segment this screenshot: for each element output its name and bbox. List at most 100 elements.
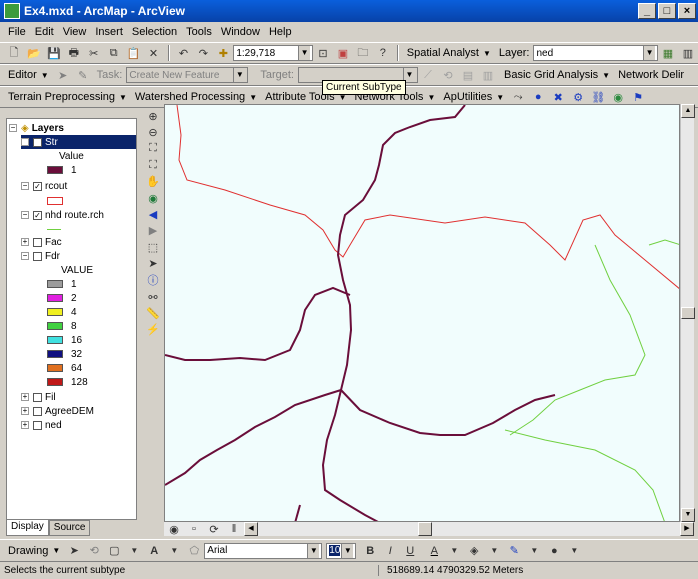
chevron-down-icon[interactable]: ▼: [233, 68, 246, 82]
menu-selection[interactable]: Selection: [132, 26, 177, 38]
menu-file[interactable]: File: [8, 26, 26, 38]
tab-source[interactable]: Source: [48, 520, 91, 536]
menu-tools[interactable]: Tools: [186, 26, 212, 38]
cut-icon[interactable]: ✂: [86, 45, 102, 61]
font-color-button[interactable]: A: [426, 543, 442, 559]
map-vertical-scrollbar[interactable]: ▲ ▼: [680, 104, 695, 522]
font-size-combo[interactable]: 10 ▼: [326, 542, 357, 559]
layer-visibility-checkbox[interactable]: [33, 392, 42, 402]
layer-visibility-checkbox[interactable]: ✓: [33, 137, 42, 147]
assign-id-icon[interactable]: ⚙: [570, 89, 586, 105]
edit-vertices-icon[interactable]: ⬠: [186, 543, 202, 559]
tab-display[interactable]: Display: [6, 520, 49, 536]
map-display[interactable]: [164, 104, 680, 522]
menu-edit[interactable]: Edit: [35, 26, 54, 38]
scroll-right-icon[interactable]: ▶: [680, 522, 694, 536]
scroll-up-icon[interactable]: ▲: [681, 104, 695, 118]
save-icon[interactable]: 💾: [46, 45, 62, 61]
whats-this-help-icon[interactable]: ?: [375, 45, 391, 61]
layer-visibility-checkbox[interactable]: ✓: [33, 181, 42, 191]
catalog-icon[interactable]: 🗀: [355, 45, 371, 61]
histogram-icon[interactable]: ▥: [680, 45, 696, 61]
maximize-button[interactable]: □: [658, 3, 676, 19]
hyperlink-lightning-icon[interactable]: ⚡: [145, 323, 161, 337]
layout-view-icon[interactable]: ▫: [186, 521, 202, 537]
undo-icon[interactable]: ↶: [176, 45, 192, 61]
basic-grid-analysis-menu[interactable]: Basic Grid Analysis ▼: [504, 69, 610, 81]
chevron-down-icon[interactable]: ▼: [446, 543, 462, 559]
attributes-icon[interactable]: ▤: [460, 67, 476, 83]
hscroll-track[interactable]: [258, 522, 680, 536]
globe-icon[interactable]: ◉: [610, 89, 626, 105]
full-extent-globe-icon[interactable]: ◉: [145, 191, 161, 205]
fixed-zoom-out-icon[interactable]: ⛶: [145, 158, 161, 172]
menu-window[interactable]: Window: [221, 26, 260, 38]
chevron-down-icon[interactable]: ▼: [341, 543, 354, 558]
pan-hand-icon[interactable]: ✋: [145, 175, 161, 189]
drawing-menu[interactable]: Drawing ▼: [8, 545, 60, 557]
scroll-down-icon[interactable]: ▼: [681, 508, 695, 522]
chevron-down-icon[interactable]: ▼: [566, 543, 582, 559]
data-view-icon[interactable]: ◉: [166, 521, 182, 537]
minimize-button[interactable]: _: [638, 3, 656, 19]
scroll-thumb[interactable]: [681, 307, 695, 319]
rotate-icon[interactable]: ⟲: [86, 543, 102, 559]
map-scale-combo[interactable]: 1:29,718 ▼: [233, 45, 314, 61]
redo-icon[interactable]: ↷: [195, 45, 211, 61]
toc-layer-nhd-route[interactable]: − ✓ nhd route.rch: [21, 208, 104, 222]
network-delineation-menu[interactable]: Network Delir: [618, 69, 684, 81]
new-document-icon[interactable]: 🗋: [6, 45, 22, 61]
scroll-thumb[interactable]: [418, 522, 432, 536]
scroll-left-icon[interactable]: ◀: [244, 522, 258, 536]
map-canvas[interactable]: [165, 105, 680, 522]
expand-icon[interactable]: +: [21, 393, 29, 401]
paste-icon[interactable]: 📋: [126, 45, 142, 61]
layer-visibility-checkbox[interactable]: [33, 420, 42, 430]
watershed-processing-menu[interactable]: Watershed Processing ▼: [135, 91, 257, 103]
collapse-icon[interactable]: −: [21, 252, 29, 260]
expand-icon[interactable]: +: [21, 238, 29, 246]
expand-icon[interactable]: +: [21, 421, 29, 429]
edit-tool-icon[interactable]: ➤: [55, 67, 71, 83]
pause-drawing-icon[interactable]: ‖: [226, 521, 242, 537]
chevron-down-icon[interactable]: ▼: [126, 543, 142, 559]
batch-point-icon[interactable]: ✖: [550, 89, 566, 105]
chevron-down-icon[interactable]: ▼: [526, 543, 542, 559]
text-tool-icon[interactable]: A: [146, 543, 162, 559]
collapse-icon[interactable]: −: [21, 211, 29, 219]
open-folder-icon[interactable]: 📂: [26, 45, 42, 61]
sketch-tool-icon[interactable]: ✎: [75, 67, 91, 83]
italic-button[interactable]: I: [382, 543, 398, 559]
toc-layer-fac[interactable]: + Fac: [21, 235, 62, 249]
toc-layer-ned[interactable]: + ned: [21, 418, 62, 432]
collapse-icon[interactable]: −: [9, 124, 17, 132]
map-horizontal-scrollbar[interactable]: ◉ ▫ ⟳ ‖ ◀ ▶: [164, 522, 694, 536]
marker-color-icon[interactable]: ●: [546, 543, 562, 559]
rotate-tool-icon[interactable]: ⟲: [440, 67, 456, 83]
task-combo[interactable]: Create New Feature ▼: [126, 67, 249, 83]
collapse-icon[interactable]: −: [21, 138, 29, 146]
fixed-zoom-in-icon[interactable]: ⛶: [145, 142, 161, 156]
split-tool-icon[interactable]: ⟋: [420, 67, 436, 83]
arcmap-app-icon[interactable]: [4, 3, 20, 19]
delete-icon[interactable]: ✕: [146, 45, 162, 61]
toc-layer-agreedem[interactable]: + AgreeDEM: [21, 404, 94, 418]
layer-visibility-checkbox[interactable]: ✓: [33, 210, 42, 220]
arctoolbox-icon[interactable]: ▣: [335, 45, 351, 61]
close-button[interactable]: ×: [678, 3, 696, 19]
aputilities-menu[interactable]: ApUtilities ▼: [443, 91, 504, 103]
menu-insert[interactable]: Insert: [95, 26, 123, 38]
surface-analysis-icon[interactable]: ▦: [660, 45, 676, 61]
chevron-down-icon[interactable]: ▼: [486, 543, 502, 559]
layer-visibility-checkbox[interactable]: [33, 237, 42, 247]
rectangle-icon[interactable]: ▢: [106, 543, 122, 559]
network-icon[interactable]: ⛓: [590, 89, 606, 105]
editor-menu[interactable]: Editor ▼: [8, 69, 49, 81]
expand-icon[interactable]: +: [21, 407, 29, 415]
toc-root[interactable]: − ◈ Layers: [9, 121, 64, 135]
measure-icon[interactable]: 📏: [145, 306, 161, 320]
line-color-icon[interactable]: ✎: [506, 543, 522, 559]
editor-toolbar-icon[interactable]: ⊡: [315, 45, 331, 61]
add-data-icon[interactable]: ✚: [215, 45, 231, 61]
chevron-down-icon[interactable]: ▼: [643, 46, 656, 60]
